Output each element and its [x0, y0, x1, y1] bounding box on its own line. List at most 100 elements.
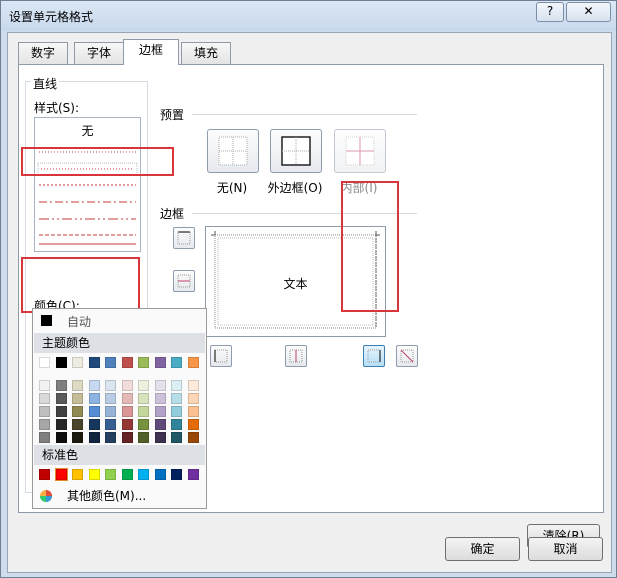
border-middle-horizontal-button[interactable] — [173, 270, 195, 292]
theme-color-swatch[interactable] — [39, 432, 50, 443]
theme-color-swatch[interactable] — [55, 432, 67, 443]
theme-color-swatch[interactable] — [105, 357, 116, 368]
theme-color-swatch[interactable] — [88, 432, 100, 443]
preset-outline-label: 外边框(O) — [267, 181, 323, 195]
theme-color-swatch[interactable] — [105, 406, 116, 417]
theme-color-swatch[interactable] — [171, 432, 182, 443]
tab-border[interactable]: 边框 — [123, 39, 179, 65]
theme-color-swatch[interactable] — [39, 406, 50, 417]
theme-color-swatch[interactable] — [138, 380, 149, 391]
theme-color-swatch[interactable] — [171, 380, 182, 391]
theme-color-swatch[interactable] — [105, 380, 116, 391]
standard-color-swatch[interactable] — [154, 469, 166, 480]
dialog-title: 设置单元格格式 — [9, 10, 94, 24]
theme-color-swatch[interactable] — [138, 419, 149, 430]
standard-color-swatch[interactable] — [39, 469, 50, 480]
theme-color-swatch[interactable] — [187, 380, 199, 391]
theme-color-swatch[interactable] — [187, 393, 199, 404]
preset-none-button[interactable] — [207, 129, 259, 173]
theme-color-swatch[interactable] — [88, 406, 100, 417]
theme-color-swatch[interactable] — [55, 380, 67, 391]
border-left-icon — [214, 349, 228, 363]
theme-color-swatch[interactable] — [88, 419, 100, 430]
theme-color-swatch[interactable] — [171, 393, 182, 404]
theme-color-swatch[interactable] — [72, 419, 83, 430]
theme-color-swatch[interactable] — [55, 406, 67, 417]
tab-fill[interactable]: 填充 — [181, 42, 231, 65]
theme-color-swatch[interactable] — [121, 419, 133, 430]
theme-color-swatch[interactable] — [72, 406, 83, 417]
theme-color-swatch[interactable] — [121, 357, 133, 368]
theme-color-swatch[interactable] — [154, 432, 166, 443]
theme-color-swatch[interactable] — [154, 380, 166, 391]
standard-color-swatch[interactable] — [88, 469, 100, 480]
theme-color-swatch[interactable] — [55, 357, 67, 368]
help-button[interactable]: ? — [536, 2, 564, 22]
highlight-color-picker — [21, 257, 140, 313]
standard-color-row — [33, 468, 206, 483]
line-style-list[interactable]: 无 — [34, 117, 141, 252]
theme-color-swatch[interactable] — [39, 393, 50, 404]
theme-color-swatch[interactable] — [121, 406, 133, 417]
preset-outline-button[interactable] — [270, 129, 322, 173]
theme-color-swatch[interactable] — [55, 419, 67, 430]
theme-color-swatch[interactable] — [154, 393, 166, 404]
theme-color-swatch[interactable] — [88, 380, 100, 391]
standard-color-swatch[interactable] — [138, 469, 149, 480]
tab-font[interactable]: 字体 — [74, 42, 124, 65]
theme-color-swatch[interactable] — [72, 393, 83, 404]
theme-color-swatch[interactable] — [138, 432, 149, 443]
standard-color-swatch[interactable] — [121, 469, 133, 480]
tab-number[interactable]: 数字 — [18, 42, 68, 65]
preset-inside-button[interactable] — [334, 129, 386, 173]
theme-color-swatch[interactable] — [121, 393, 133, 404]
close-button[interactable]: ✕ — [566, 2, 611, 22]
border-left-button[interactable] — [210, 345, 232, 367]
ok-button[interactable]: 确定 — [445, 537, 520, 561]
border-top-button[interactable] — [173, 227, 195, 249]
theme-color-swatch[interactable] — [138, 406, 149, 417]
highlight-right-border — [341, 181, 399, 312]
theme-color-swatch[interactable] — [105, 393, 116, 404]
standard-color-swatch[interactable] — [54, 468, 68, 481]
theme-color-swatch[interactable] — [105, 419, 116, 430]
theme-color-swatch[interactable] — [105, 432, 116, 443]
theme-color-swatch[interactable] — [187, 406, 199, 417]
theme-color-swatch[interactable] — [187, 419, 199, 430]
theme-color-swatch[interactable] — [72, 357, 83, 368]
theme-color-swatch[interactable] — [154, 419, 166, 430]
theme-color-swatch[interactable] — [171, 419, 182, 430]
line-style-samples[interactable] — [35, 118, 140, 251]
theme-color-swatch[interactable] — [39, 380, 50, 391]
theme-color-swatch[interactable] — [39, 357, 50, 368]
theme-color-swatch[interactable] — [187, 432, 199, 443]
border-right-button[interactable] — [363, 345, 385, 367]
cancel-button[interactable]: 取消 — [528, 537, 603, 561]
theme-color-swatch[interactable] — [72, 380, 83, 391]
theme-color-swatch[interactable] — [39, 419, 50, 430]
theme-color-swatch[interactable] — [88, 357, 100, 368]
theme-color-swatch[interactable] — [121, 380, 133, 391]
standard-color-swatch[interactable] — [171, 469, 182, 480]
theme-color-swatch[interactable] — [55, 393, 67, 404]
standard-color-swatch[interactable] — [72, 469, 83, 480]
theme-color-swatch[interactable] — [72, 432, 83, 443]
theme-color-swatch[interactable] — [171, 357, 182, 368]
automatic-color-swatch[interactable] — [41, 315, 52, 326]
theme-color-grid — [33, 357, 206, 443]
theme-color-swatch[interactable] — [138, 393, 149, 404]
theme-color-swatch[interactable] — [138, 357, 149, 368]
theme-color-swatch[interactable] — [187, 357, 199, 368]
theme-color-swatch[interactable] — [154, 357, 166, 368]
theme-color-swatch[interactable] — [171, 406, 182, 417]
theme-color-swatch[interactable] — [121, 432, 133, 443]
more-colors-link[interactable]: 其他颜色(M)... — [67, 487, 146, 504]
theme-color-swatch[interactable] — [88, 393, 100, 404]
border-middle-vertical-button[interactable] — [285, 345, 307, 367]
border-diagonal-down-button[interactable] — [396, 345, 418, 367]
automatic-color-label[interactable]: 自动 — [67, 313, 91, 330]
theme-color-swatch[interactable] — [154, 406, 166, 417]
standard-color-swatch[interactable] — [105, 469, 116, 480]
standard-color-swatch[interactable] — [187, 469, 199, 480]
preset-none-icon — [218, 136, 248, 166]
